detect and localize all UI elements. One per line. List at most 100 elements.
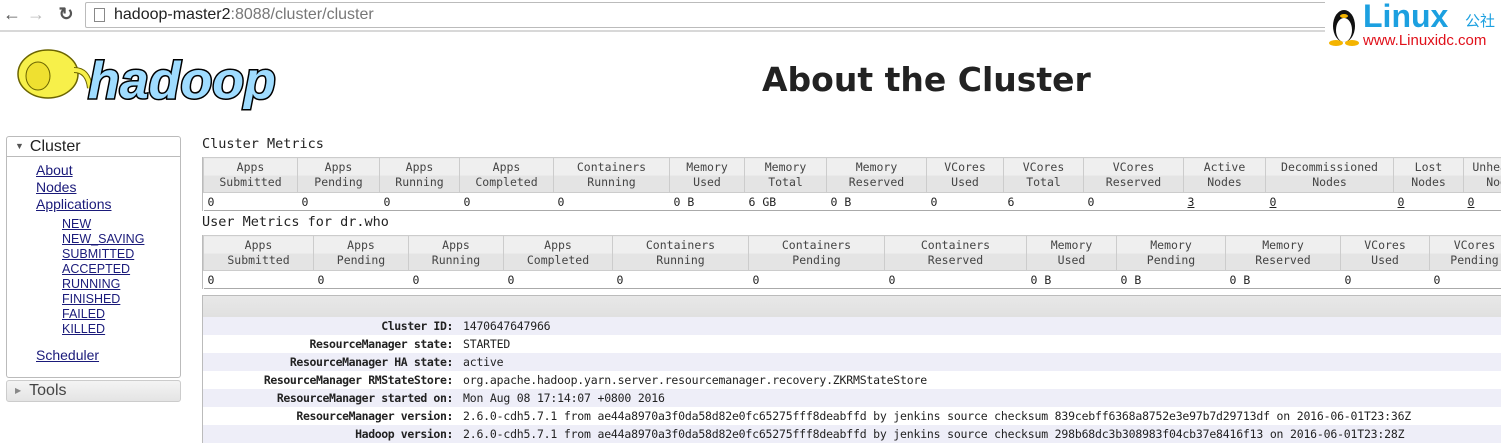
column-header[interactable]: Memory Total xyxy=(744,157,827,193)
metric-cell: 0 xyxy=(1083,192,1184,211)
info-key: ResourceManager state: xyxy=(309,337,453,351)
metric-cell: 0 B xyxy=(1026,270,1117,289)
info-value: 2.6.0-cdh5.7.1 from ae44a8970a3f0da58d82… xyxy=(463,427,1405,441)
column-header[interactable]: Containers Running xyxy=(553,157,670,193)
header-text: Total xyxy=(768,175,803,189)
info-row: ResourceManager state: STARTED xyxy=(203,335,1501,353)
header-text: Reserved xyxy=(927,253,984,267)
header-text: Used xyxy=(951,175,979,189)
nav-nodes[interactable]: Nodes xyxy=(36,179,180,196)
column-header[interactable]: Apps Pending xyxy=(297,157,380,193)
watermark-brand-cn: 公社 xyxy=(1465,13,1496,30)
metric-value: 0 xyxy=(1344,272,1352,287)
reload-icon[interactable]: ↻ xyxy=(56,4,76,25)
page-icon xyxy=(94,8,105,22)
header-text: Apps xyxy=(236,160,265,174)
column-header[interactable]: Containers Running xyxy=(612,235,749,271)
column-header[interactable]: VCores Reserved xyxy=(1083,157,1184,193)
header-text: Apps xyxy=(442,238,470,252)
metric-link[interactable]: 0 xyxy=(1468,195,1475,209)
nav-state-accepted[interactable]: ACCEPTED xyxy=(62,262,180,277)
column-header[interactable]: Memory Reserved xyxy=(826,157,927,193)
forward-icon[interactable]: → xyxy=(26,4,46,25)
metric-cell: 0 B xyxy=(1225,270,1341,289)
nav-state-running[interactable]: RUNNING xyxy=(62,277,180,292)
column-header[interactable]: Apps Pending xyxy=(313,235,409,271)
header-text: Memory xyxy=(1050,238,1093,252)
column-header[interactable]: Memory Used xyxy=(669,157,745,193)
header-text: Running xyxy=(431,253,481,267)
header-text: Memory xyxy=(1150,238,1192,252)
info-key: ResourceManager RMStateStore: xyxy=(263,373,454,387)
metric-value: 0 xyxy=(207,194,215,209)
browser-toolbar: ← → ↻ hadoop-master2:8088/cluster/cluste… xyxy=(0,0,1501,32)
metric-link[interactable]: 3 xyxy=(1188,195,1195,209)
column-header[interactable]: Memory Pending xyxy=(1116,235,1226,271)
nav-state-finished[interactable]: FINISHED xyxy=(62,292,180,307)
metric-value: 0 xyxy=(752,272,760,287)
header-text: Containers xyxy=(781,238,852,252)
column-header[interactable]: Containers Reserved xyxy=(884,235,1027,271)
watermark-brand: Linux xyxy=(1363,0,1449,34)
column-header[interactable]: VCores Pending xyxy=(1429,235,1501,271)
header-text: Pending xyxy=(314,175,363,189)
column-header[interactable]: Apps Running xyxy=(379,157,460,193)
metric-cell: 0 xyxy=(1340,270,1430,289)
column-header[interactable]: Memory Used xyxy=(1026,235,1117,271)
metric-value: 0 xyxy=(1087,194,1095,209)
nav-state-killed[interactable]: KILLED xyxy=(62,322,180,337)
nav-about[interactable]: About xyxy=(36,162,180,179)
tools-section-header[interactable]: ▶ Tools xyxy=(6,380,181,402)
info-value: 1470647647966 xyxy=(463,319,551,333)
column-header[interactable]: UnhealthyNodes xyxy=(1463,157,1501,193)
header-text: Completed xyxy=(526,253,590,267)
info-row: Cluster ID: 1470647647966 xyxy=(203,317,1501,335)
cluster-info-header xyxy=(203,296,1501,317)
column-header[interactable]: Lost Nodes xyxy=(1393,157,1464,193)
metric-value: 0 xyxy=(930,194,938,209)
column-header[interactable]: Apps Completed xyxy=(503,235,613,271)
cluster-section-header[interactable]: ▼ Cluster xyxy=(6,136,181,157)
column-header[interactable]: Apps Submitted xyxy=(203,157,298,193)
metric-cell: 0 xyxy=(203,192,298,211)
header-text: Used xyxy=(1057,253,1086,267)
header-text: Nodes xyxy=(1312,175,1347,189)
nav-state-new-saving[interactable]: NEW_SAVING xyxy=(62,232,180,247)
column-header[interactable]: VCores Used xyxy=(1340,235,1430,271)
header-text: VCores xyxy=(1022,160,1065,174)
metric-cell: 0 xyxy=(503,270,613,289)
info-row: ResourceManager RMStateStore: org.apache.… xyxy=(203,371,1501,389)
column-header[interactable]: VCores Used xyxy=(926,157,1004,193)
metric-value: 0 xyxy=(463,194,471,209)
back-icon[interactable]: ← xyxy=(2,4,22,25)
header-text: Active xyxy=(1203,160,1246,174)
header-text: Nodes xyxy=(1486,175,1501,189)
info-row: ResourceManager HA state: active xyxy=(203,353,1501,371)
column-header[interactable]: VCores Total xyxy=(1003,157,1084,193)
nav-scheduler[interactable]: Scheduler xyxy=(36,347,180,364)
metric-link[interactable]: 0 xyxy=(1270,195,1277,209)
column-header[interactable]: Decommissioned Nodes xyxy=(1265,157,1394,193)
column-header[interactable]: Containers Pending xyxy=(748,235,885,271)
header-text: Memory xyxy=(1262,238,1304,252)
nav-applications[interactable]: Applications xyxy=(36,196,180,213)
metric-cell: 0 B xyxy=(826,192,927,211)
metric-value: 0 xyxy=(207,272,215,287)
metric-cell: 6 xyxy=(1003,192,1084,211)
header-text: Running xyxy=(587,175,636,189)
column-header[interactable]: Apps Completed xyxy=(459,157,554,193)
column-header[interactable]: Apps Submitted xyxy=(203,235,314,271)
logo-text: hadoop xyxy=(88,52,276,110)
metric-link[interactable]: 0 xyxy=(1398,195,1405,209)
header-text: Pending xyxy=(336,253,386,267)
column-header[interactable]: Active Nodes xyxy=(1183,157,1266,193)
column-header[interactable]: Memory Reserved xyxy=(1225,235,1341,271)
address-bar[interactable]: hadoop-master2:8088/cluster/cluster xyxy=(85,2,1335,28)
nav-state-submitted[interactable]: SUBMITTED xyxy=(62,247,180,262)
column-header[interactable]: Apps Running xyxy=(408,235,504,271)
info-value: 2.6.0-cdh5.7.1 from ae44a8970a3f0da58d82… xyxy=(463,409,1412,423)
nav-state-failed[interactable]: FAILED xyxy=(62,307,180,322)
nav-state-new[interactable]: NEW xyxy=(62,217,180,232)
header-text: Reserved xyxy=(848,175,905,189)
elephant-icon: hadoop xyxy=(17,49,277,112)
